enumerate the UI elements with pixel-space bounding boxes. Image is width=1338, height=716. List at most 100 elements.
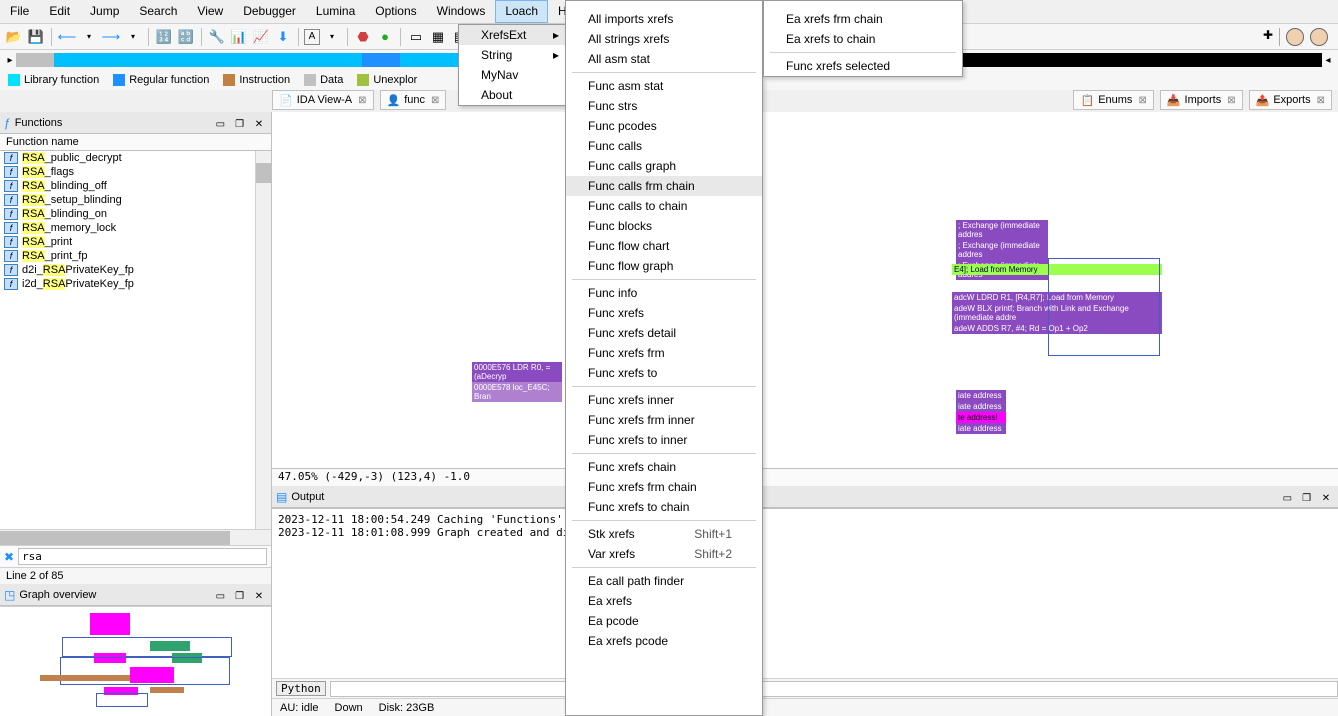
menu-item[interactable]: All asm stat [566, 49, 762, 69]
h-scrollbar[interactable] [0, 529, 271, 545]
close-icon[interactable]: ⊠ [358, 95, 366, 106]
function-row[interactable]: fi2d_RSAPrivateKey_fp [0, 277, 271, 291]
bin-icon[interactable]: 🔢 [154, 27, 174, 47]
menu-item[interactable]: Func asm stat [566, 76, 762, 96]
menu-item[interactable]: About [459, 85, 565, 105]
restore-icon[interactable]: ❐ [232, 119, 248, 130]
scroll-right-icon[interactable]: ◂ [1322, 55, 1334, 66]
text-icon[interactable]: A [304, 29, 320, 45]
menu-item[interactable]: Func strs [566, 96, 762, 116]
close-icon[interactable]: ⊠ [431, 95, 439, 106]
close-icon[interactable]: ⊠ [1138, 95, 1146, 106]
function-row[interactable]: fRSA_print [0, 235, 271, 249]
menu-item[interactable]: Func xrefs inner [566, 390, 762, 410]
menu-windows[interactable]: Windows [427, 0, 496, 23]
menu-item[interactable]: XrefsExt [459, 25, 565, 45]
function-row[interactable]: fRSA_blinding_off [0, 179, 271, 193]
menu-item[interactable]: Func pcodes [566, 116, 762, 136]
tab[interactable]: 👤func⊠ [380, 90, 447, 110]
menu-item[interactable]: Func xrefs frm [566, 343, 762, 363]
back-icon[interactable]: ⟵ [57, 27, 77, 47]
dock-icon[interactable]: ▭ [212, 119, 228, 130]
xrefsext-submenu-2[interactable]: Ea xrefs frm chainEa xrefs to chainFunc … [763, 0, 963, 77]
function-row[interactable]: fRSA_memory_lock [0, 221, 271, 235]
column-header[interactable]: Function name [0, 134, 271, 151]
plugin-icon[interactable]: ✚ [1263, 28, 1273, 46]
avatar-icon[interactable] [1286, 28, 1304, 46]
dd-icon[interactable]: ▾ [79, 27, 99, 47]
menu-item[interactable]: Func xrefs [566, 303, 762, 323]
filter-icon[interactable]: ✖ [4, 550, 14, 564]
python-label[interactable]: Python [276, 681, 326, 696]
menu-item[interactable]: Ea xrefs to chain [764, 29, 962, 49]
hex-icon[interactable]: 🔡 [176, 27, 196, 47]
menu-item[interactable]: Func xrefs detail [566, 323, 762, 343]
menu-item[interactable]: Func blocks [566, 216, 762, 236]
function-row[interactable]: fRSA_public_decrypt [0, 151, 271, 165]
close-icon[interactable]: ✕ [251, 119, 267, 130]
dock-icon[interactable]: ▭ [212, 591, 228, 602]
save-icon[interactable]: 💾 [26, 27, 46, 47]
menu-loach[interactable]: Loach [495, 0, 548, 23]
menu-debugger[interactable]: Debugger [233, 0, 306, 23]
menu-item[interactable]: Ea call path finder [566, 571, 762, 591]
filter-input[interactable] [18, 548, 267, 565]
menu-search[interactable]: Search [129, 0, 187, 23]
close-icon[interactable]: ✕ [251, 591, 267, 602]
menu-view[interactable]: View [187, 0, 233, 23]
dd-icon[interactable]: ▾ [123, 27, 143, 47]
menu-options[interactable]: Options [365, 0, 426, 23]
graph-overview[interactable] [0, 606, 271, 716]
scrollbar[interactable] [255, 151, 271, 529]
run-icon[interactable]: ● [375, 27, 395, 47]
avatar-icon[interactable] [1310, 28, 1328, 46]
open-icon[interactable]: 📂 [4, 27, 24, 47]
menu-item[interactable]: Func xrefs to chain [566, 497, 762, 517]
tool-icon[interactable]: 🔧 [207, 27, 227, 47]
menu-item[interactable]: Func xrefs frm chain [566, 477, 762, 497]
win-icon[interactable]: ▭ [406, 27, 426, 47]
menu-item[interactable]: Func xrefs to [566, 363, 762, 383]
menu-edit[interactable]: Edit [39, 0, 80, 23]
menu-item[interactable]: Ea xrefs frm chain [764, 9, 962, 29]
functions-list[interactable]: fRSA_public_decryptfRSA_flagsfRSA_blindi… [0, 151, 271, 529]
menu-jump[interactable]: Jump [80, 0, 129, 23]
menu-file[interactable]: File [0, 0, 39, 23]
menu-item[interactable]: Func flow chart [566, 236, 762, 256]
menu-lumina[interactable]: Lumina [306, 0, 365, 23]
menu-item[interactable]: Func info [566, 283, 762, 303]
menu-item[interactable]: Func calls frm chain [566, 176, 762, 196]
scroll-left-icon[interactable]: ▸ [4, 55, 16, 66]
stop-icon[interactable]: ⬣ [353, 27, 373, 47]
ida-view[interactable]: 0000E576 LDR R0, =(aDecryp 0000E578 loc_… [272, 112, 1338, 468]
menu-item[interactable]: Var xrefsShift+2 [566, 544, 762, 564]
dock-icon[interactable]: ▭ [1279, 493, 1295, 504]
function-row[interactable]: fRSA_print_fp [0, 249, 271, 263]
function-row[interactable]: fRSA_setup_blinding [0, 193, 271, 207]
function-row[interactable]: fRSA_blinding_on [0, 207, 271, 221]
tab[interactable]: 📤Exports⊠ [1249, 90, 1332, 110]
menu-item[interactable]: Func flow graph [566, 256, 762, 276]
xrefsext-submenu[interactable]: All imports xrefsAll strings xrefsAll as… [565, 0, 763, 716]
menu-item[interactable]: String [459, 45, 565, 65]
dd-icon[interactable]: ▾ [322, 27, 342, 47]
tab[interactable]: 📥Imports⊠ [1160, 90, 1243, 110]
close-icon[interactable]: ✕ [1318, 493, 1334, 504]
fwd-icon[interactable]: ⟶ [101, 27, 121, 47]
menu-item[interactable]: Func calls to chain [566, 196, 762, 216]
restore-icon[interactable]: ❐ [1299, 493, 1315, 504]
win-icon[interactable]: ▦ [428, 27, 448, 47]
tool-icon[interactable]: 📊 [229, 27, 249, 47]
menu-item[interactable]: Func calls [566, 136, 762, 156]
restore-icon[interactable]: ❐ [232, 591, 248, 602]
tab[interactable]: 📋Enums⊠ [1073, 90, 1153, 110]
menu-item[interactable]: Ea xrefs [566, 591, 762, 611]
menu-item[interactable]: Ea xrefs pcode [566, 631, 762, 651]
menu-item[interactable]: Func xrefs to inner [566, 430, 762, 450]
tool-icon[interactable]: 📈 [251, 27, 271, 47]
function-row[interactable]: fd2i_RSAPrivateKey_fp [0, 263, 271, 277]
loach-menu[interactable]: XrefsExtStringMyNavAbout [458, 24, 566, 106]
menu-item[interactable]: MyNav [459, 65, 565, 85]
menu-item[interactable]: Func xrefs chain [566, 457, 762, 477]
tab[interactable]: 📄IDA View-A⊠ [272, 90, 374, 110]
